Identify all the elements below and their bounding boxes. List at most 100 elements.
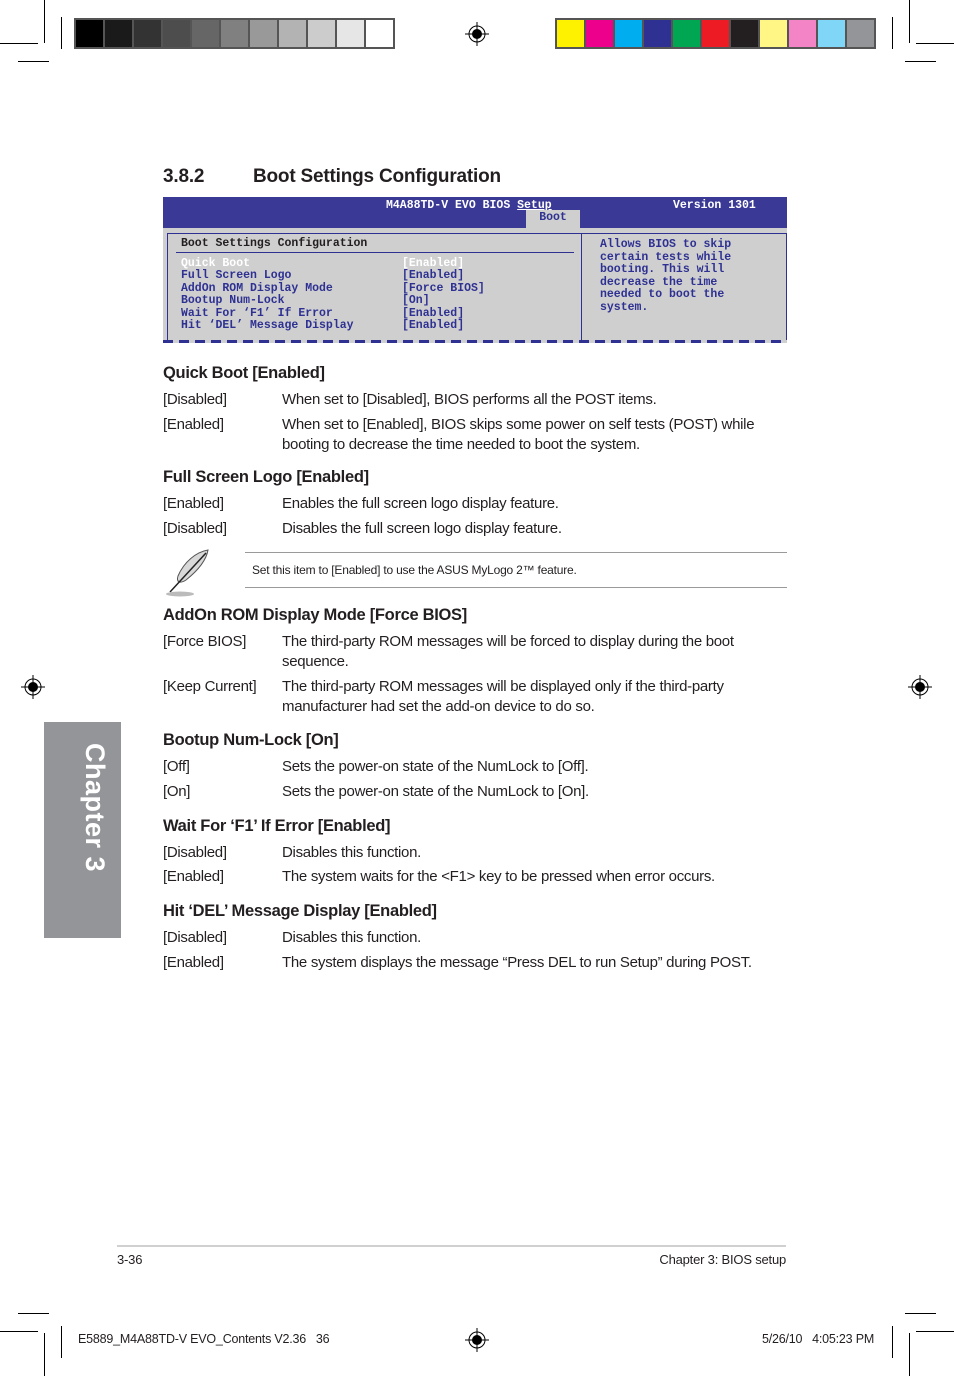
page-number: 3-36: [117, 1252, 143, 1267]
bios-screen-cut-edge: [163, 340, 787, 343]
note-top-rule: [245, 552, 787, 553]
bios-item-label: Full Screen Logo: [181, 269, 292, 283]
slug-file-info: E5889_M4A88TD-V EVO_Contents V2.36 36: [78, 1332, 330, 1346]
section-title: 3.8.2 Boot Settings Configuration: [163, 166, 501, 188]
registration-mark-icon: [465, 1328, 489, 1352]
color-swatch: [818, 20, 845, 47]
crop-mark: [44, 1333, 45, 1376]
section-number: 3.8.2: [163, 166, 205, 187]
section-title-text: Boot Settings Configuration: [253, 166, 501, 187]
option-desc: Disables this function.: [282, 929, 422, 946]
option-key: [Disabled]: [163, 520, 227, 537]
setting-heading: Bootup Num-Lock [On]: [163, 731, 339, 749]
setting-heading: Quick Boot [Enabled]: [163, 364, 325, 382]
color-swatch: [192, 20, 219, 47]
bios-item-label: Hit ‘DEL’ Message Display: [181, 318, 354, 332]
crop-mark: [0, 1331, 38, 1332]
bios-item-value: [Enabled]: [402, 269, 465, 283]
bios-item-full-screen-logo[interactable]: Full Screen Logo [Enabled]: [181, 269, 581, 283]
slug-timestamp: 5/26/10 4:05:23 PM: [762, 1332, 875, 1346]
option-key: [Enabled]: [163, 495, 224, 512]
registration-mark-icon: [21, 675, 45, 699]
color-swatch: [673, 20, 700, 47]
chapter-tab-label: Chapter 3: [80, 743, 110, 873]
bios-tab-boot[interactable]: Boot: [526, 210, 580, 228]
color-swatch: [221, 20, 248, 47]
color-swatch: [308, 20, 335, 47]
setting-heading: Full Screen Logo [Enabled]: [163, 468, 369, 486]
crop-mark: [61, 17, 62, 49]
option-desc: Disables the full screen logo display fe…: [282, 520, 562, 537]
color-swatch: [279, 20, 306, 47]
color-swatch: [105, 20, 132, 47]
option-key: [Off]: [163, 758, 190, 775]
color-swatch: [847, 20, 874, 47]
note-text: Set this item to [Enabled] to use the AS…: [252, 563, 577, 577]
crop-mark: [916, 1331, 954, 1332]
option-key: [Enabled]: [163, 954, 224, 971]
crop-mark: [61, 1326, 62, 1358]
crop-mark: [916, 43, 954, 44]
color-swatch: [557, 20, 584, 47]
grayscale-bar: [74, 18, 395, 49]
bios-title-prefix: M4A88TD-V EVO BIOS: [386, 199, 518, 212]
crop-mark: [905, 61, 936, 62]
color-bar: [555, 18, 876, 49]
option-desc: The third-party ROM messages will be dis…: [282, 678, 724, 715]
note-bottom-rule: [245, 587, 787, 588]
option-desc: When set to [Disabled], BIOS performs al…: [282, 391, 657, 408]
bios-item-label: Bootup Num-Lock: [181, 294, 285, 308]
crop-mark: [18, 1313, 49, 1314]
option-key: [Enabled]: [163, 868, 224, 885]
setting-heading: AddOn ROM Display Mode [Force BIOS]: [163, 606, 467, 624]
crop-mark: [892, 1326, 893, 1358]
option-desc: Enables the full screen logo display fea…: [282, 495, 559, 512]
bios-item-value: [On]: [402, 294, 430, 308]
option-desc: Disables this function.: [282, 844, 422, 861]
bios-help-text: Allows BIOS to skip certain tests while …: [600, 238, 732, 314]
color-swatch: [337, 20, 364, 47]
registration-mark-icon: [908, 675, 932, 699]
color-swatch: [789, 20, 816, 47]
crop-mark: [905, 1313, 936, 1314]
registration-mark-icon: [465, 22, 489, 46]
bios-help-panel: Allows BIOS to skip certain tests while …: [581, 233, 787, 340]
option-key: [Disabled]: [163, 929, 227, 946]
bios-item-value: [Enabled]: [402, 318, 465, 332]
option-key: [On]: [163, 783, 191, 800]
chapter-label: Chapter 3: BIOS setup: [659, 1252, 786, 1267]
bios-item-bootup-num-lock[interactable]: Bootup Num-Lock [On]: [181, 294, 581, 308]
bios-item-list: Quick Boot [Enabled] Full Screen Logo [Ena…: [181, 257, 581, 332]
setting-heading: Hit ‘DEL’ Message Display [Enabled]: [163, 902, 437, 920]
option-desc: When set to [Enabled], BIOS skips some p…: [282, 416, 755, 453]
option-key: [Force BIOS]: [163, 633, 247, 650]
color-swatch: [586, 20, 613, 47]
color-swatch: [163, 20, 190, 47]
crop-mark: [18, 61, 49, 62]
crop-mark: [44, 0, 45, 43]
option-key: [Keep Current]: [163, 678, 257, 695]
option-desc: Sets the power-on state of the NumLock t…: [282, 783, 589, 800]
bios-item-hit-del-message[interactable]: Hit ‘DEL’ Message Display [Enabled]: [181, 318, 581, 332]
color-swatch: [615, 20, 642, 47]
bios-version: Version 1301: [673, 199, 756, 212]
color-swatch: [760, 20, 787, 47]
setting-heading: Wait For ‘F1’ If Error [Enabled]: [163, 817, 391, 835]
crop-mark: [0, 43, 38, 44]
color-swatch: [731, 20, 758, 47]
option-desc: Sets the power-on state of the NumLock t…: [282, 758, 589, 775]
feather-note-icon: [166, 549, 209, 597]
option-desc: The system waits for the <F1> key to be …: [282, 868, 715, 885]
option-key: [Enabled]: [163, 416, 224, 433]
crop-mark: [909, 0, 910, 43]
bios-settings-panel: Boot Settings Configuration Quick Boot [E…: [167, 233, 581, 340]
crop-mark: [892, 17, 893, 49]
divider: [176, 252, 574, 253]
color-swatch: [250, 20, 277, 47]
color-swatch: [366, 20, 393, 47]
bios-header: M4A88TD-V EVO BIOS Setup Version 1301 Bo…: [163, 197, 787, 228]
option-key: [Disabled]: [163, 844, 227, 861]
footer-rule: [117, 1245, 786, 1247]
color-swatch: [76, 20, 103, 47]
color-swatch: [134, 20, 161, 47]
